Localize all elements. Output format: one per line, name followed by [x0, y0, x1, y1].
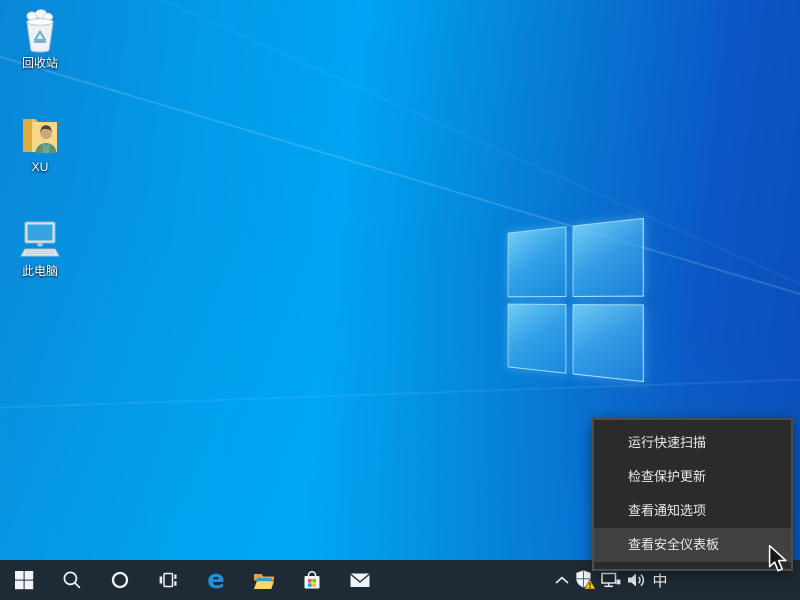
menu-item-run-quick-scan[interactable]: 运行快速扫描 [594, 426, 791, 460]
windows-start-icon [14, 570, 34, 590]
windows-logo-wallpaper [508, 218, 644, 382]
edge-button[interactable]: e [194, 560, 238, 600]
desktop-icon-recycle-bin[interactable]: 回收站 [4, 8, 76, 70]
ethernet-network-icon [600, 571, 622, 589]
desktop-icon-label: 回收站 [4, 56, 76, 70]
show-hidden-icons-button[interactable] [551, 560, 573, 600]
chevron-up-icon [554, 575, 570, 585]
light-ray [0, 44, 800, 358]
security-tray-context-menu: 运行快速扫描 检查保护更新 查看通知选项 查看安全仪表板 [592, 418, 793, 571]
start-button[interactable] [2, 560, 46, 600]
menu-item-check-protection-updates[interactable]: 检查保护更新 [594, 460, 791, 494]
edge-icon: e [207, 567, 225, 593]
menu-item-view-notification-options[interactable]: 查看通知选项 [594, 494, 791, 528]
task-view-button[interactable] [146, 560, 190, 600]
windows-logo-pane [572, 218, 644, 297]
task-view-icon [158, 570, 178, 590]
desktop-icon-user-folder[interactable]: XU [4, 112, 76, 174]
security-shield-warning-icon [574, 569, 598, 591]
microsoft-store-icon [301, 569, 323, 591]
windows-logo-pane [508, 226, 566, 296]
mail-button[interactable] [338, 560, 382, 600]
windows-logo-pane [508, 303, 566, 373]
file-explorer-icon [252, 570, 276, 591]
user-folder-icon [18, 112, 62, 158]
menu-item-view-security-dashboard[interactable]: 查看安全仪表板 [594, 528, 791, 562]
light-ray [119, 0, 800, 429]
microsoft-store-button[interactable] [290, 560, 334, 600]
desktop-icon-label: 此电脑 [4, 264, 76, 278]
cortana-icon [110, 570, 130, 590]
search-icon [62, 570, 82, 590]
cortana-button[interactable] [98, 560, 142, 600]
desktop-icon-label: XU [4, 160, 76, 174]
light-ray [0, 377, 800, 410]
this-pc-icon [18, 216, 62, 262]
search-button[interactable] [50, 560, 94, 600]
file-explorer-button[interactable] [242, 560, 286, 600]
windows-logo-pane [572, 304, 644, 383]
recycle-bin-icon [18, 8, 62, 54]
desktop-icon-this-pc[interactable]: 此电脑 [4, 216, 76, 278]
speaker-icon [626, 571, 648, 589]
mail-icon [349, 571, 371, 589]
